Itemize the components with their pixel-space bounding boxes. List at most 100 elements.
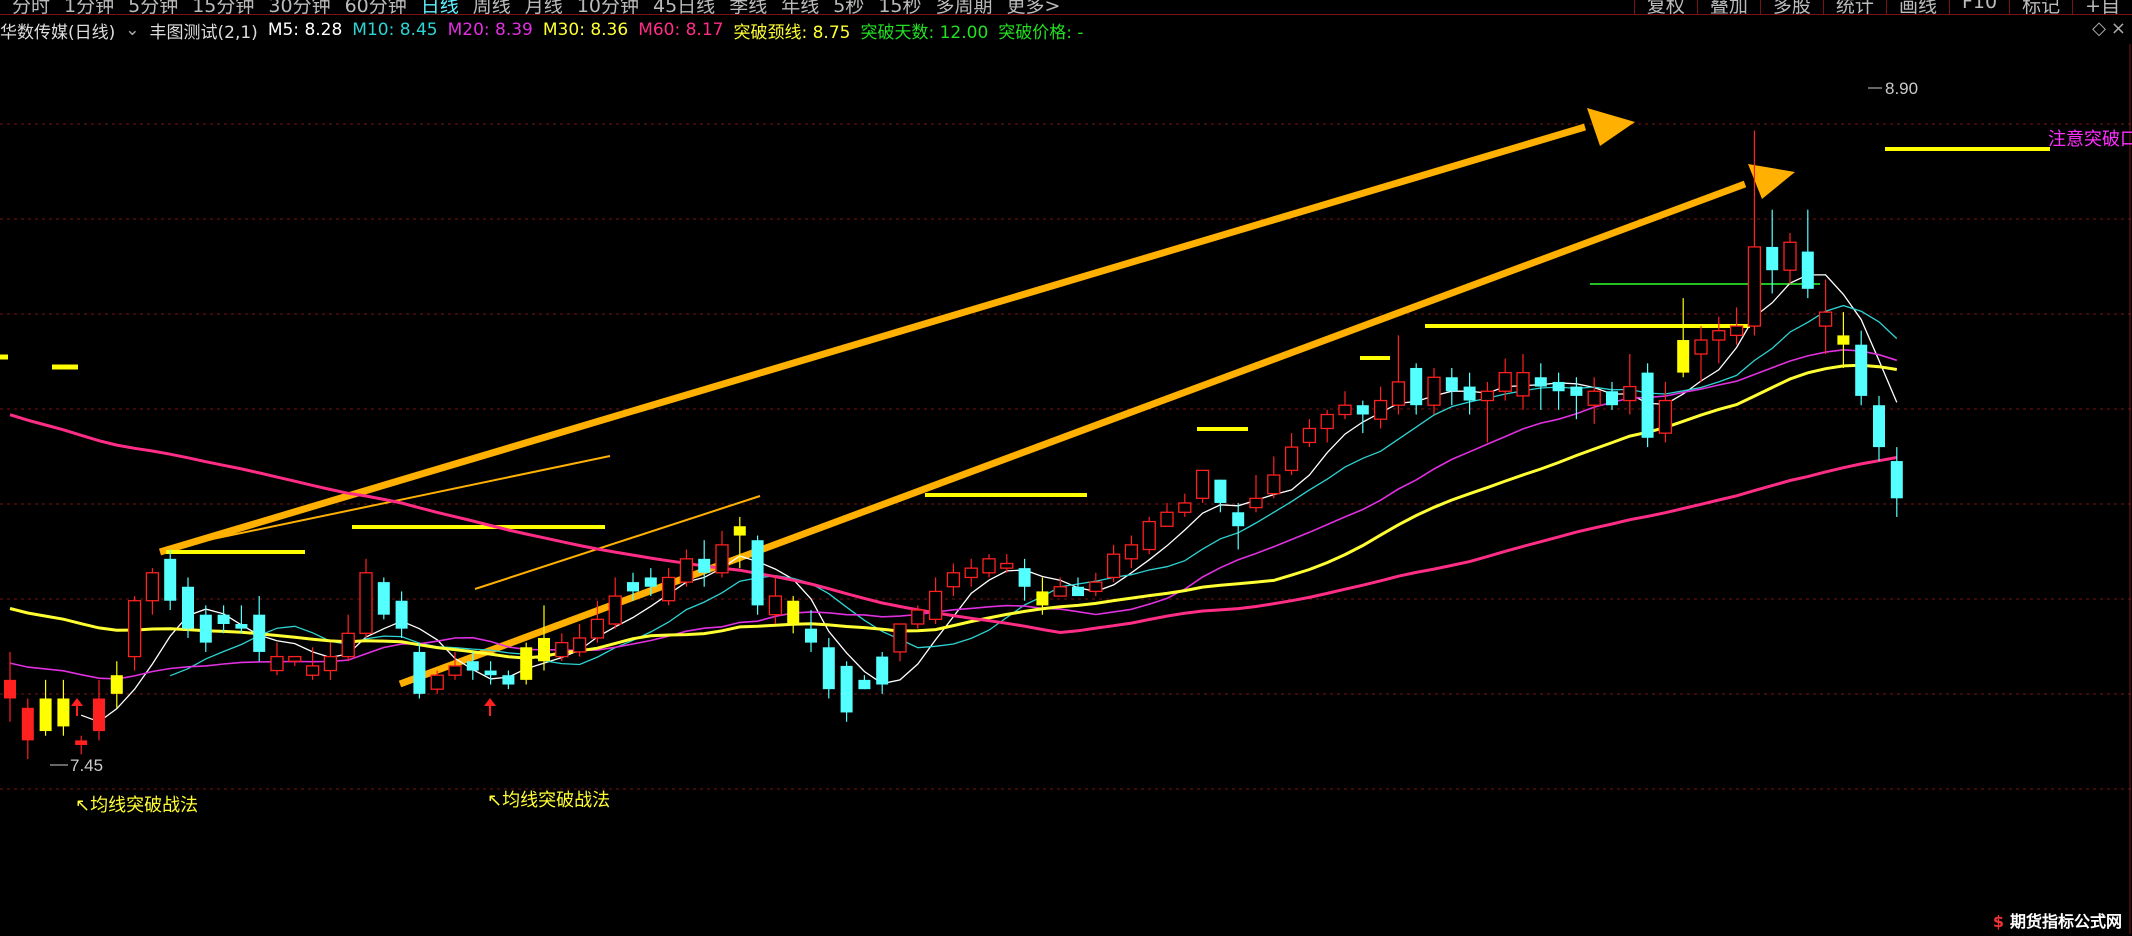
candle-body bbox=[1000, 562, 1014, 569]
period-tab-16[interactable]: 更多> bbox=[1007, 0, 1061, 14]
period-tab-7[interactable]: 周线 bbox=[473, 0, 511, 14]
candle-body bbox=[1766, 246, 1779, 271]
ma30-value: M30: 8.36 bbox=[542, 20, 629, 40]
candle-body bbox=[822, 647, 835, 690]
period-tab-11[interactable]: 季线 bbox=[729, 0, 767, 14]
trend-arrow-line bbox=[398, 180, 1747, 688]
candle-body bbox=[1178, 502, 1192, 513]
period-tab-8[interactable]: 月线 bbox=[525, 0, 563, 14]
period-tab-4[interactable]: 30分钟 bbox=[268, 0, 330, 14]
candle-body bbox=[1106, 553, 1121, 579]
candle-body bbox=[145, 572, 160, 602]
candle-body bbox=[1677, 340, 1690, 373]
candle-body bbox=[627, 582, 639, 592]
tool-buttons: 复权 叠加 多股 统计 画线 F10 标记 +自 bbox=[1633, 0, 2132, 14]
tool-button-4[interactable]: 画线 bbox=[1885, 0, 1949, 14]
candle-body bbox=[1072, 586, 1084, 597]
candle-body bbox=[1570, 386, 1583, 396]
tool-button-6[interactable]: 标记 bbox=[2009, 0, 2072, 14]
candle-body bbox=[1783, 241, 1797, 271]
buy-arrows bbox=[71, 698, 496, 716]
tool-button-1[interactable]: 叠加 bbox=[1696, 0, 1760, 14]
trend-arrows bbox=[158, 108, 1795, 688]
ma5-value: M5: 8.28 bbox=[267, 20, 343, 40]
candle-body bbox=[1195, 469, 1210, 499]
ma60-line bbox=[9, 413, 1898, 635]
dollar-icon: $ bbox=[1992, 912, 2004, 931]
trend-arrowhead bbox=[1748, 164, 1795, 199]
trend-arrow-line bbox=[158, 123, 1587, 556]
candle-body bbox=[39, 698, 52, 732]
stock-name: 华数传媒(日线) bbox=[0, 22, 116, 43]
period-tab-12[interactable]: 年线 bbox=[781, 0, 819, 14]
candle-body bbox=[964, 567, 978, 579]
period-tab-14[interactable]: 15秒 bbox=[878, 0, 921, 14]
watermark-text: 期货指标公式网 bbox=[2009, 912, 2122, 931]
candle-body bbox=[1320, 413, 1334, 430]
indicator-name[interactable]: 丰图测试(2,1) bbox=[150, 18, 258, 43]
candle-body bbox=[572, 637, 587, 653]
high-price-label: 8.90 bbox=[1885, 79, 1918, 98]
moving-averages bbox=[9, 274, 1898, 723]
candle-body bbox=[1747, 246, 1762, 327]
settings-icon[interactable]: ⌄ bbox=[125, 20, 139, 40]
tool-button-3[interactable]: 统计 bbox=[1822, 0, 1886, 14]
tool-button-5[interactable]: F10 bbox=[1948, 0, 2009, 14]
candle-body bbox=[305, 665, 320, 676]
period-tab-9[interactable]: 10分钟 bbox=[577, 0, 639, 14]
strategy-note-2: ↖均线突破战法 bbox=[487, 790, 610, 811]
candle-body bbox=[430, 674, 444, 690]
candle-body bbox=[448, 665, 462, 676]
period-tabs: 分时 1分钟 5分钟 15分钟 30分钟 60分钟 日线 周线 月线 10分钟 45日线 季线 年线 5秒… bbox=[12, 0, 1061, 14]
candle-body bbox=[590, 618, 605, 639]
period-tab-10[interactable]: 45日线 bbox=[653, 0, 715, 14]
candle-body bbox=[1267, 474, 1281, 495]
candle-body bbox=[1712, 330, 1726, 341]
diamond-icon[interactable]: ◇ bbox=[2092, 18, 2106, 39]
candle-body bbox=[1729, 325, 1744, 337]
candle-body bbox=[1373, 399, 1388, 420]
tool-button-2[interactable]: 多股 bbox=[1759, 0, 1823, 14]
candle-body bbox=[466, 661, 479, 671]
candle-body bbox=[1552, 381, 1565, 392]
candle-body bbox=[982, 558, 996, 574]
candle-body bbox=[1641, 372, 1654, 438]
candle-body bbox=[876, 656, 889, 685]
candle-body bbox=[235, 624, 248, 629]
period-tab-15[interactable]: 多周期 bbox=[936, 0, 993, 14]
candle-body bbox=[1338, 404, 1352, 416]
candle-body bbox=[1694, 339, 1708, 355]
candle-body bbox=[1124, 544, 1139, 560]
period-toolbar: 分时 1分钟 5分钟 15分钟 30分钟 60分钟 日线 周线 月线 10分钟 45日线 季线 年线 5秒… bbox=[0, 0, 2132, 15]
candle-body bbox=[538, 637, 550, 662]
candle-body bbox=[1818, 311, 1833, 327]
candle-body bbox=[751, 540, 764, 606]
candle-body bbox=[698, 558, 711, 573]
period-tab-1[interactable]: 1分钟 bbox=[64, 0, 114, 14]
tool-button-0[interactable]: 复权 bbox=[1633, 0, 1697, 14]
tool-button-7[interactable]: +自 bbox=[2072, 0, 2132, 14]
candle-body bbox=[93, 698, 105, 732]
candle-body bbox=[946, 572, 961, 588]
period-tab-0[interactable]: 分时 bbox=[12, 0, 50, 14]
candle-body bbox=[1463, 386, 1476, 401]
period-tab-13[interactable]: 5秒 bbox=[833, 0, 864, 14]
close-icon[interactable]: × bbox=[2111, 18, 2126, 39]
candle-body bbox=[288, 655, 302, 662]
candle-body bbox=[733, 526, 746, 536]
period-tab-2[interactable]: 5分钟 bbox=[128, 0, 178, 14]
candle-body bbox=[359, 572, 373, 634]
candle-body bbox=[377, 582, 390, 615]
candle-body bbox=[484, 670, 497, 676]
period-tab-3[interactable]: 15分钟 bbox=[192, 0, 254, 14]
candle-body bbox=[199, 614, 212, 643]
candle-body bbox=[323, 655, 338, 672]
candle-body bbox=[608, 595, 622, 625]
candle-body bbox=[1873, 405, 1885, 448]
candle-body bbox=[805, 628, 817, 643]
candle-body bbox=[1302, 427, 1317, 444]
period-tab-5[interactable]: 60分钟 bbox=[345, 0, 407, 14]
period-tab-6[interactable]: 日线 bbox=[421, 0, 459, 14]
candle-body bbox=[893, 623, 907, 653]
candle-body bbox=[253, 614, 266, 652]
